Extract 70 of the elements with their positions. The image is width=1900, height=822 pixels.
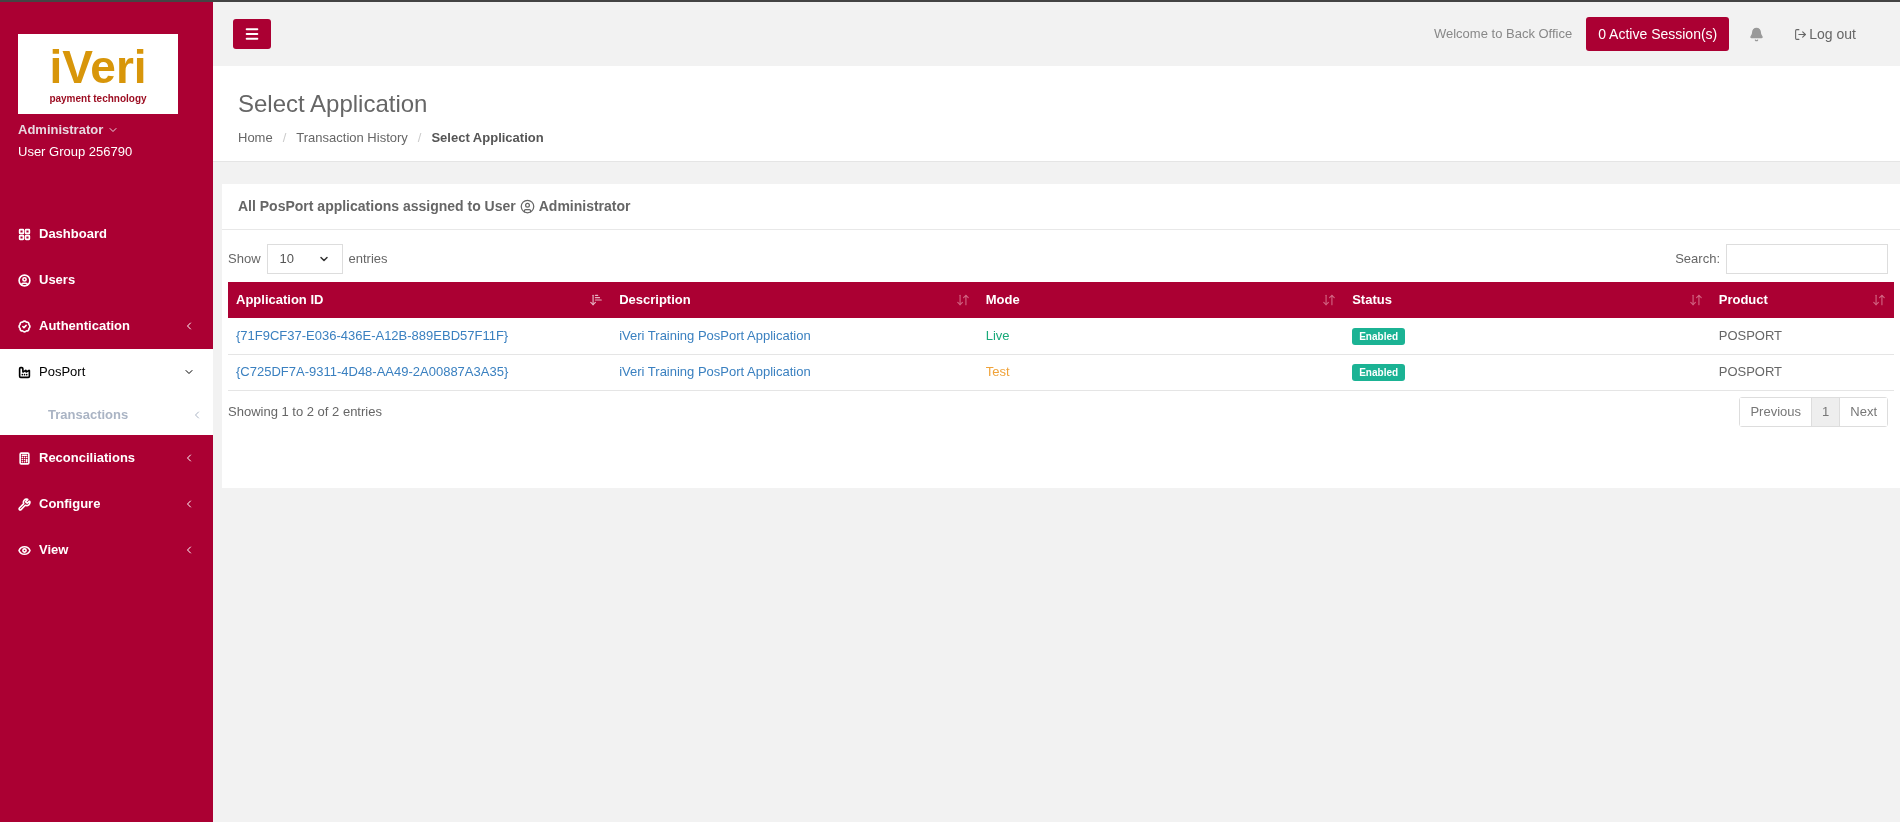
description-link[interactable]: iVeri Training PosPort Application xyxy=(619,328,811,343)
menu-button[interactable] xyxy=(233,19,271,49)
sidebar-label: Authentication xyxy=(39,317,130,336)
eye-icon xyxy=(18,543,31,557)
column-header[interactable]: Description xyxy=(611,282,978,318)
entries-label: entries xyxy=(348,250,388,269)
sort-icon xyxy=(1872,293,1886,307)
sort-icon xyxy=(1322,293,1337,307)
user-icon xyxy=(18,273,31,287)
sort-icon xyxy=(1688,293,1703,307)
product-cell: POSPORT xyxy=(1718,328,1783,343)
search-label: Search: xyxy=(1675,250,1720,269)
application-id-link[interactable]: {C725DF7A-9311-4D48-AA49-2A00887A3A35} xyxy=(236,364,509,380)
sidebar-label: PosPort xyxy=(39,363,86,382)
column-header[interactable]: Product xyxy=(1710,282,1894,318)
sidebar-item[interactable]: Configure xyxy=(0,481,213,527)
factory-icon xyxy=(18,365,31,379)
wrench-icon xyxy=(18,497,31,511)
mode-cell: Live xyxy=(985,328,1010,343)
card-user: Administrator xyxy=(538,197,631,216)
logo-tagline: payment technology xyxy=(49,91,147,106)
application-id-link[interactable]: {71F9CF37-E036-436E-A12B-889EBD57F11F} xyxy=(236,328,509,343)
breadcrumb-separator: / xyxy=(417,129,422,147)
active-sessions-button[interactable]: 0 Active Session(s) xyxy=(1586,17,1730,51)
notification-bell-icon[interactable] xyxy=(1749,26,1765,42)
sort-icon xyxy=(955,293,970,307)
column-header[interactable]: Application ID xyxy=(228,282,612,318)
sidebar-label: View xyxy=(39,541,69,560)
sort-ascending-icon xyxy=(589,293,604,307)
column-header[interactable]: Mode xyxy=(977,282,1345,318)
product-cell: POSPORT xyxy=(1718,364,1783,380)
sidebar-item[interactable]: Reconciliations xyxy=(0,435,213,481)
grid-icon xyxy=(18,227,31,241)
welcome-text: Welcome to Back Office xyxy=(1433,25,1573,44)
calculator-icon xyxy=(18,451,31,465)
card-title: All PosPort applications assigned to User xyxy=(238,197,516,216)
sidebar-item[interactable]: View xyxy=(0,527,213,573)
breadcrumb-link[interactable]: Transaction History xyxy=(296,128,408,148)
sidebar-label: Dashboard xyxy=(39,225,107,244)
show-label: Show xyxy=(228,250,261,269)
sidebar-label: Reconciliations xyxy=(39,449,136,468)
sidebar-sublabel: Transactions xyxy=(48,406,129,425)
breadcrumb-current: Select Application xyxy=(431,129,544,147)
page-size-select[interactable]: 10 xyxy=(266,244,343,274)
sidebar-item[interactable]: Users xyxy=(0,257,213,303)
badge-icon xyxy=(18,319,31,333)
status-badge: Enabled xyxy=(1352,328,1406,345)
status-badge: Enabled xyxy=(1352,364,1406,382)
column-header[interactable]: Status xyxy=(1344,282,1711,318)
sidebar-label: Users xyxy=(39,271,76,290)
menu-icon xyxy=(244,26,260,42)
sidebar-label: Configure xyxy=(39,495,101,514)
breadcrumb-separator: / xyxy=(282,129,287,147)
user-name[interactable]: Administrator xyxy=(18,120,104,140)
logo-wordmark: iVeri xyxy=(49,42,147,91)
table-info: Showing 1 to 2 of 2 entries xyxy=(228,402,382,421)
pagination-button[interactable]: 1 xyxy=(1811,397,1840,426)
search-field[interactable] xyxy=(1726,244,1888,274)
description-link[interactable]: iVeri Training PosPort Application xyxy=(619,364,811,380)
user-icon xyxy=(519,199,535,214)
sidebar-item[interactable]: PosPort xyxy=(0,349,213,395)
breadcrumb-link[interactable]: Home xyxy=(238,128,273,148)
logout-icon xyxy=(1794,27,1808,41)
sidebar-item[interactable]: Dashboard xyxy=(0,211,213,257)
sidebar-item[interactable]: Authentication xyxy=(0,303,213,349)
pagination-button[interactable]: Next xyxy=(1839,397,1887,426)
mode-cell: Test xyxy=(985,364,1010,380)
page-title: Select Application xyxy=(238,89,429,119)
logout-link[interactable]: Log out xyxy=(1794,23,1856,45)
user-group: User Group 256790 xyxy=(0,141,213,161)
